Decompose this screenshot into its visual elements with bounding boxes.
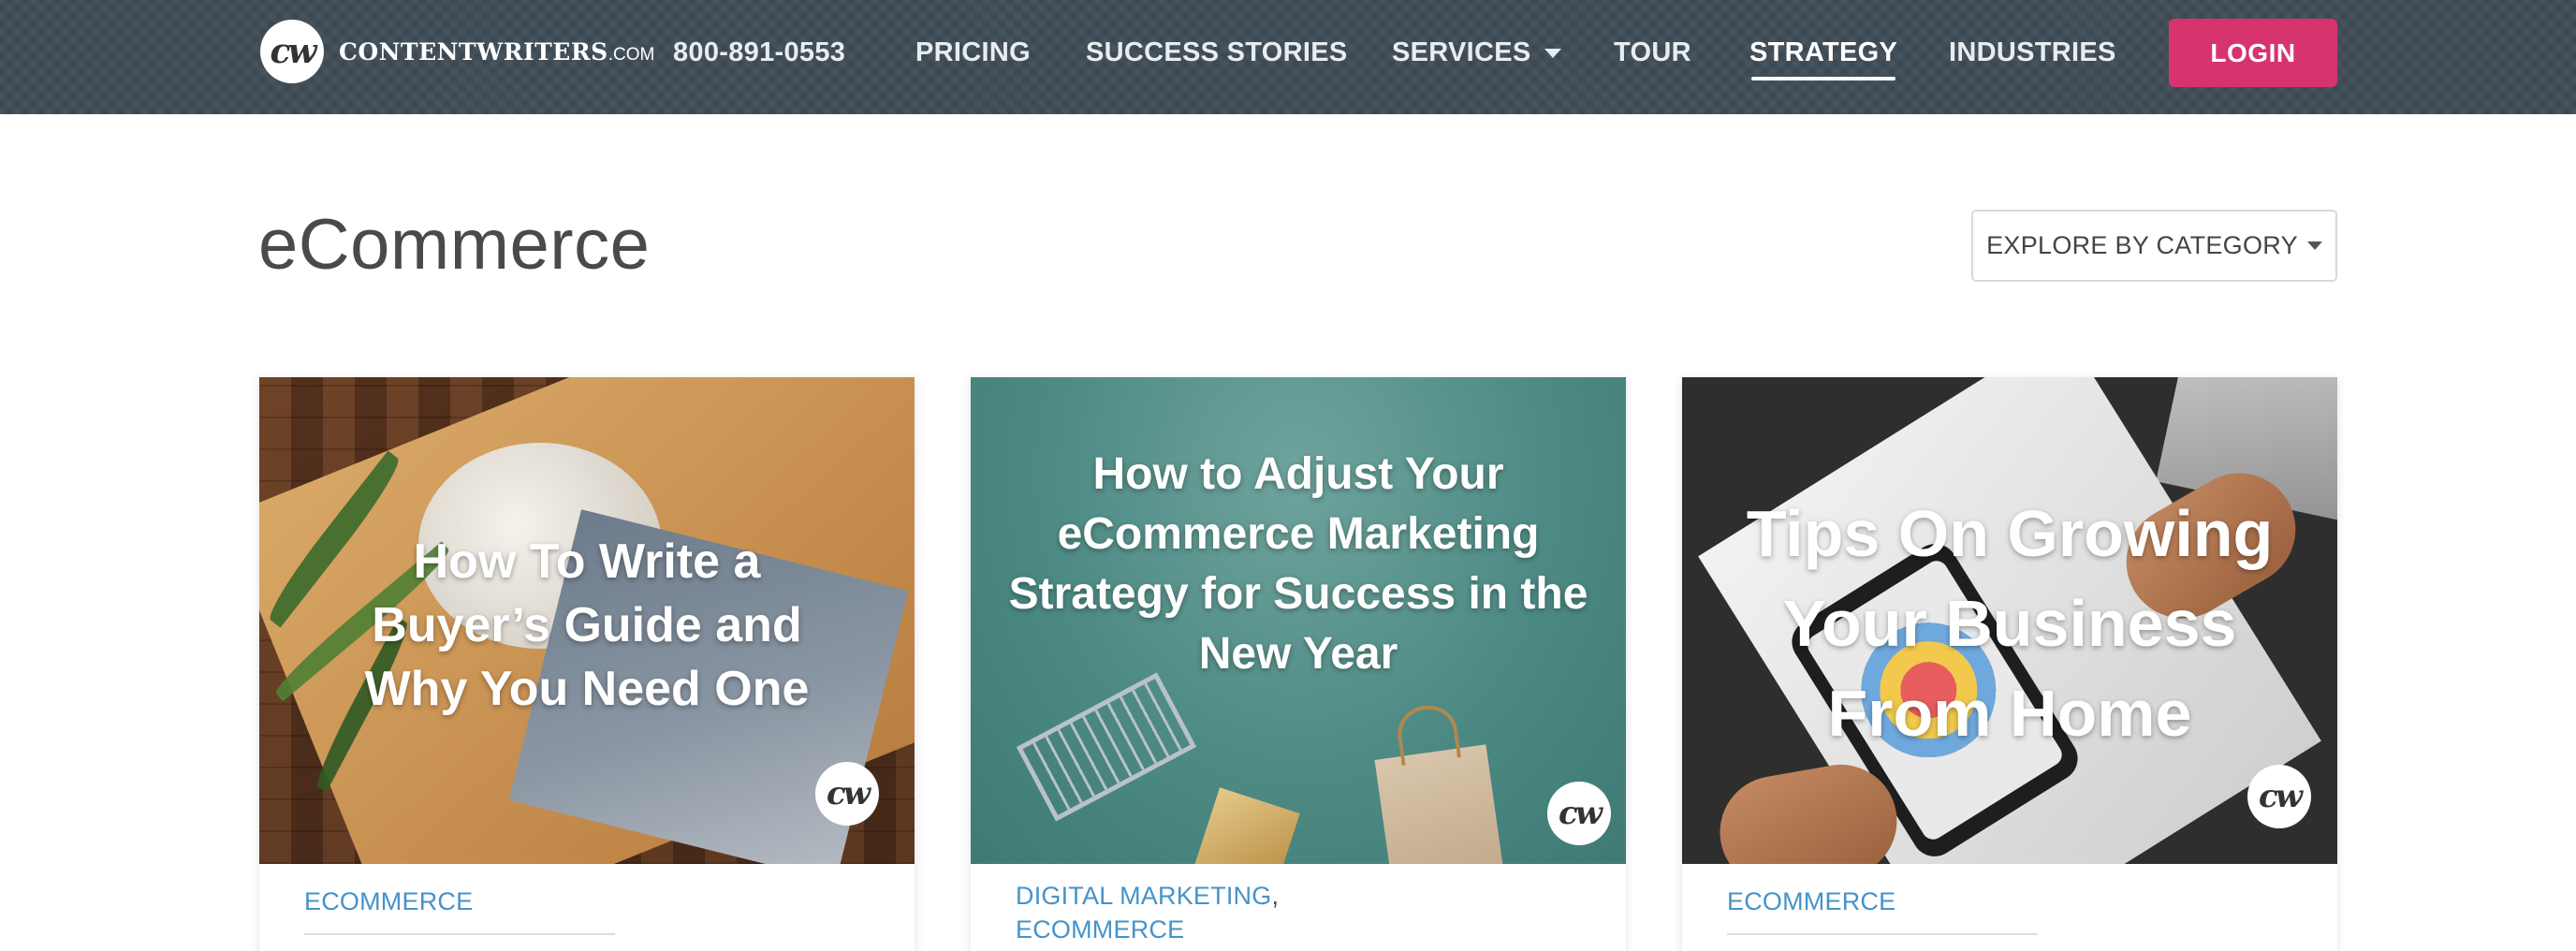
article-image-title: How to Adjust Your eCommerce Marketing S… (1008, 449, 1588, 679)
nav-pricing[interactable]: PRICING (915, 34, 1031, 71)
article-card-image[interactable]: How to Adjust Your eCommerce Marketing S… (971, 377, 1626, 864)
cw-badge-icon: cw (2247, 765, 2311, 828)
nav-services-label: SERVICES (1392, 37, 1531, 67)
logo-wordmark: CONTENTWRITERS.COM (339, 38, 654, 66)
category-link[interactable]: DIGITAL MARKETING (1016, 882, 1271, 910)
category-link[interactable]: ECOMMERCE (304, 885, 870, 918)
explore-by-category-dropdown[interactable]: EXPLORE BY CATEGORY (1971, 210, 2337, 282)
chevron-down-icon (2306, 241, 2322, 250)
article-card-body: ECOMMERCE (259, 864, 915, 935)
cw-badge-icon: cw (815, 762, 879, 826)
article-card-body: ECOMMERCE (1682, 864, 2337, 935)
category-link[interactable]: ECOMMERCE (1016, 913, 1581, 946)
logo-suffix: .COM (607, 44, 655, 65)
article-image-title: Tips On Growing Your Business From Home (1746, 497, 2274, 750)
divider (1727, 933, 2038, 935)
article-card-body: DIGITAL MARKETING, ECOMMERCE (971, 864, 1626, 946)
nav-strategy[interactable]: STRATEGY (1749, 34, 1897, 80)
article-card-image[interactable]: Tips On Growing Your Business From Home … (1682, 377, 2337, 864)
divider (304, 933, 615, 935)
cube-graphic (1193, 787, 1300, 864)
article-card[interactable]: How to Adjust Your eCommerce Marketing S… (971, 377, 1626, 951)
logo-badge-icon: cw (260, 20, 324, 83)
chevron-down-icon (1544, 49, 1561, 59)
shopping-cart-graphic (1016, 672, 1197, 822)
login-button[interactable]: LOGIN (2169, 19, 2337, 87)
page-title: eCommerce (258, 205, 651, 285)
logo-name: CONTENTWRITERS (339, 37, 608, 66)
article-image-title: How To Write a Buyer’s Guide and Why You… (364, 534, 810, 716)
nav-industries[interactable]: INDUSTRIES (1949, 34, 2116, 71)
nav-services[interactable]: SERVICES (1392, 34, 1561, 71)
nav-tour[interactable]: TOUR (1614, 34, 1691, 71)
nav-phone-link[interactable]: 800-891-0553 (673, 34, 845, 71)
category-link[interactable]: ECOMMERCE (1727, 885, 2292, 918)
category-separator: , (1271, 882, 1279, 910)
nav-success-stories[interactable]: SUCCESS STORIES (1086, 34, 1348, 71)
cw-badge-icon: cw (1547, 782, 1611, 845)
site-logo[interactable]: cw CONTENTWRITERS.COM (260, 20, 654, 83)
article-card[interactable]: How To Write a Buyer’s Guide and Why You… (259, 377, 915, 951)
explore-by-category-label: EXPLORE BY CATEGORY (1986, 231, 2298, 259)
article-card-image[interactable]: How To Write a Buyer’s Guide and Why You… (259, 377, 915, 864)
article-card[interactable]: Tips On Growing Your Business From Home … (1682, 377, 2337, 951)
top-navbar: cw CONTENTWRITERS.COM 800-891-0553 PRICI… (0, 0, 2576, 114)
shopping-bag-graphic (1374, 744, 1503, 864)
